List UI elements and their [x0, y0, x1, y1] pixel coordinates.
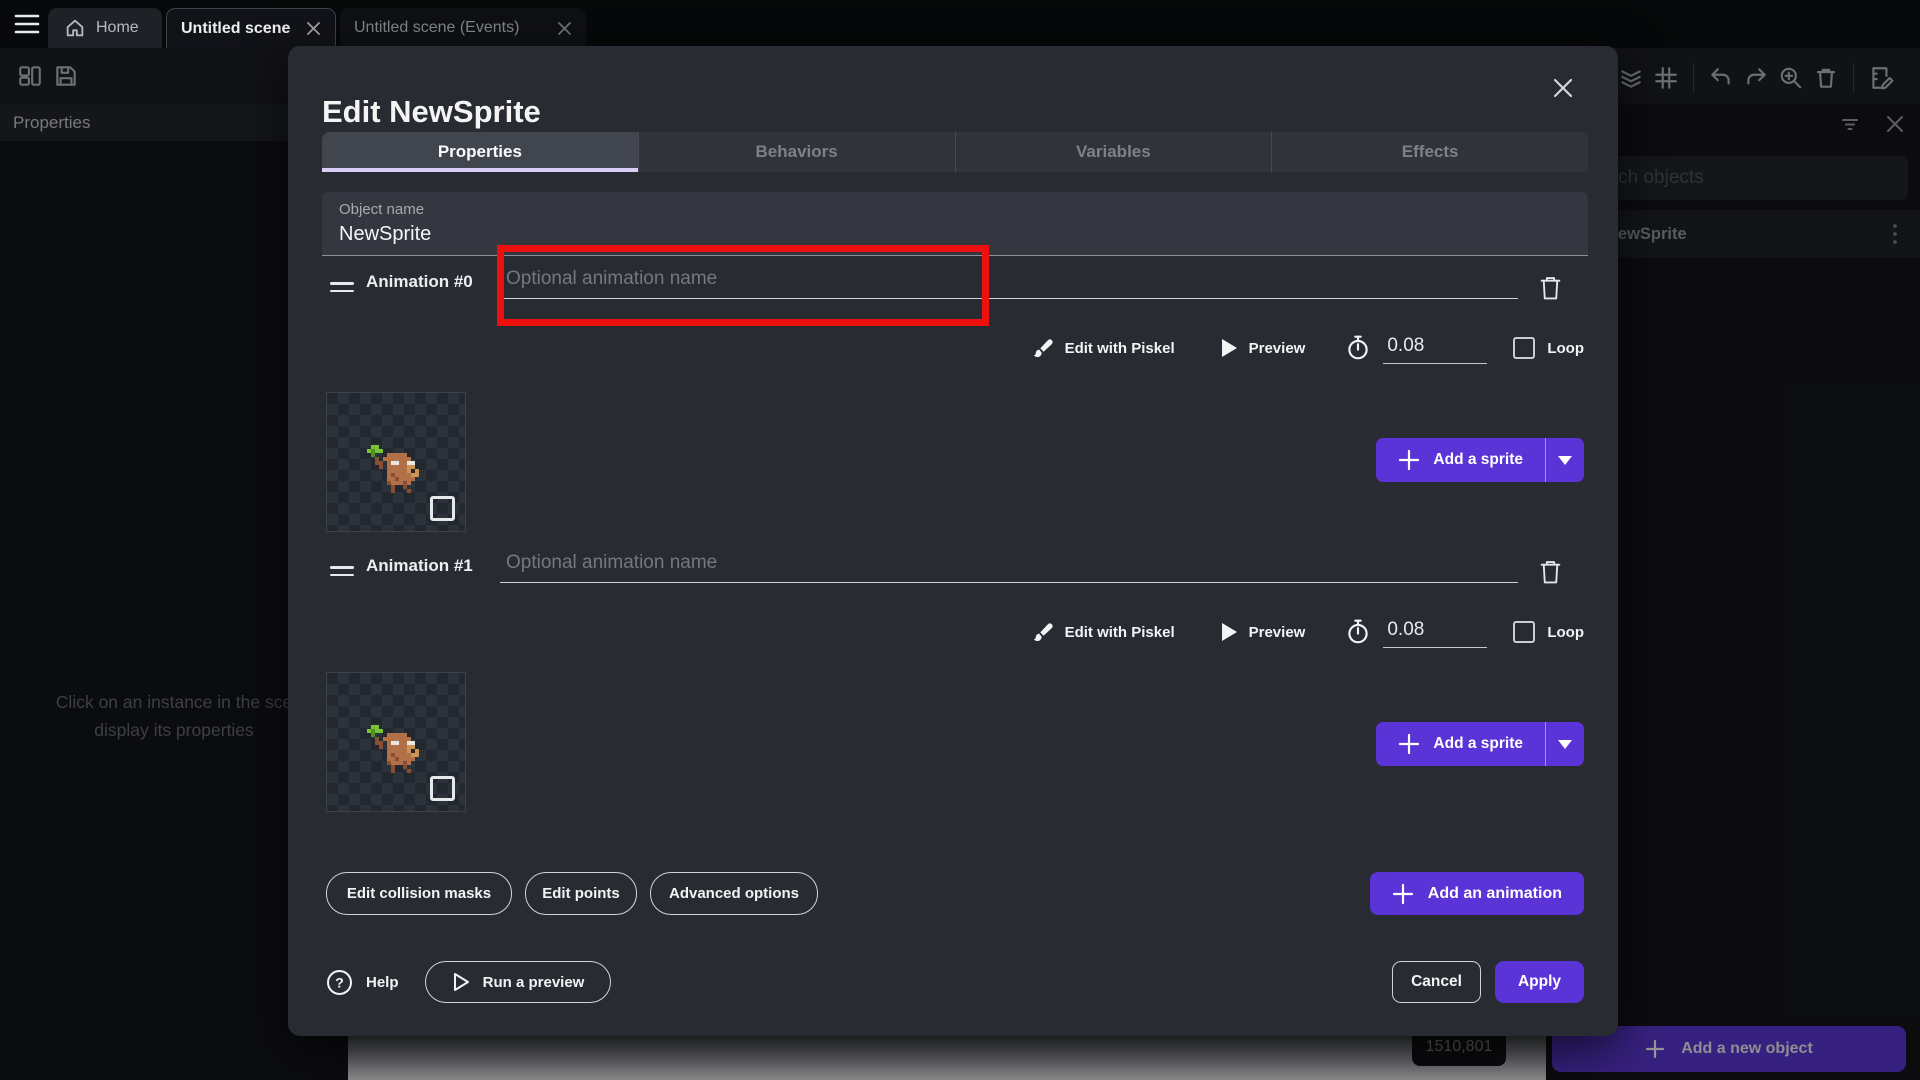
plus-icon	[1398, 733, 1420, 755]
close-icon[interactable]	[306, 21, 321, 36]
animation-1-controls: Edit with Piskel Preview Loop	[1031, 614, 1584, 650]
tab-effects[interactable]: Effects	[1271, 132, 1588, 172]
plus-icon	[1398, 449, 1420, 471]
brush-icon	[1031, 336, 1055, 360]
home-icon	[64, 17, 86, 39]
sprite-select-checkbox[interactable]	[430, 496, 455, 521]
drag-handle-icon[interactable]	[330, 566, 354, 578]
frame-duration-field	[1383, 617, 1487, 648]
dialog-title: Edit NewSprite	[322, 94, 541, 130]
animation-1-label: Animation #1	[366, 556, 473, 576]
help-icon: ?	[326, 969, 353, 996]
frame-duration-input[interactable]	[1383, 333, 1487, 363]
dialog-tab-bar: Properties Behaviors Variables Effects	[322, 132, 1588, 172]
play-outline-icon	[451, 971, 471, 993]
preview-button[interactable]: Preview	[1249, 340, 1306, 357]
object-name-label: Object name	[339, 201, 1571, 218]
sprite-thumbnail-image	[367, 725, 423, 773]
caret-down-icon[interactable]	[1546, 722, 1584, 766]
animation-0-controls: Edit with Piskel Preview Loop	[1031, 330, 1584, 366]
dialog-actions: Cancel Apply	[1392, 961, 1584, 1003]
animation-0-name-input[interactable]	[500, 264, 1518, 298]
caret-down-icon[interactable]	[1546, 438, 1584, 482]
close-icon[interactable]	[557, 21, 572, 36]
sprite-select-checkbox[interactable]	[430, 776, 455, 801]
loop-checkbox[interactable]	[1513, 621, 1535, 643]
tab-untitled-scene-events[interactable]: Untitled scene (Events)	[340, 8, 586, 48]
edit-with-piskel-button[interactable]: Edit with Piskel	[1065, 340, 1175, 357]
help-button[interactable]: ? Help	[326, 969, 399, 996]
tab-home-label: Home	[96, 19, 139, 37]
sprite-thumbnail[interactable]	[326, 392, 466, 532]
edit-with-piskel-button[interactable]: Edit with Piskel	[1065, 624, 1175, 641]
edit-points-button[interactable]: Edit points	[525, 872, 637, 915]
tab-events-label: Untitled scene (Events)	[354, 19, 519, 37]
frame-duration-field	[1383, 333, 1487, 364]
stopwatch-icon	[1345, 618, 1371, 646]
animation-1-name-input[interactable]	[500, 548, 1518, 582]
advanced-options-button[interactable]: Advanced options	[650, 872, 818, 915]
sprite-thumbnail[interactable]	[326, 672, 466, 812]
close-icon[interactable]	[1549, 74, 1577, 102]
trash-icon[interactable]	[1538, 274, 1563, 302]
tab-untitled-scene[interactable]: Untitled scene	[166, 8, 336, 48]
add-sprite-button[interactable]: Add a sprite	[1376, 438, 1546, 482]
tab-scene-label: Untitled scene	[181, 20, 290, 38]
add-sprite-split-button: Add a sprite	[1376, 438, 1584, 482]
animation-0-label: Animation #0	[366, 272, 473, 292]
plus-icon	[1392, 883, 1414, 905]
top-bar: Home Untitled scene Untitled scene (Even…	[0, 0, 1920, 48]
loop-checkbox[interactable]	[1513, 337, 1535, 359]
tab-behaviors[interactable]: Behaviors	[638, 132, 955, 172]
play-icon	[1219, 621, 1239, 643]
apply-button[interactable]: Apply	[1495, 961, 1584, 1003]
add-animation-button[interactable]: Add an animation	[1370, 872, 1584, 915]
edit-collision-masks-button[interactable]: Edit collision masks	[326, 872, 512, 915]
cancel-button[interactable]: Cancel	[1392, 961, 1481, 1003]
drag-handle-icon[interactable]	[330, 282, 354, 294]
run-preview-button[interactable]: Run a preview	[425, 961, 611, 1003]
add-sprite-split-button: Add a sprite	[1376, 722, 1584, 766]
tab-properties[interactable]: Properties	[322, 132, 638, 172]
trash-icon[interactable]	[1538, 558, 1563, 586]
loop-label: Loop	[1547, 340, 1584, 357]
dialog-footer: ? Help Run a preview	[326, 961, 611, 1003]
hamburger-icon[interactable]	[14, 13, 40, 35]
object-name-input[interactable]	[339, 223, 939, 246]
tab-variables[interactable]: Variables	[955, 132, 1272, 172]
animation-0-name-field	[500, 264, 1518, 299]
brush-icon	[1031, 620, 1055, 644]
preview-button[interactable]: Preview	[1249, 624, 1306, 641]
play-icon	[1219, 337, 1239, 359]
animation-1-name-field	[500, 548, 1518, 583]
svg-text:?: ?	[335, 974, 344, 990]
tab-home[interactable]: Home	[48, 8, 162, 48]
frame-duration-input[interactable]	[1383, 617, 1487, 647]
stopwatch-icon	[1345, 334, 1371, 362]
edit-object-dialog: Edit NewSprite Properties Behaviors Vari…	[288, 46, 1618, 1036]
sprite-thumbnail-image	[367, 445, 423, 493]
object-name-field[interactable]: Object name	[322, 192, 1588, 256]
animation-tools-row: Edit collision masks Edit points Advance…	[326, 872, 818, 915]
loop-label: Loop	[1547, 624, 1584, 641]
add-sprite-button[interactable]: Add a sprite	[1376, 722, 1546, 766]
